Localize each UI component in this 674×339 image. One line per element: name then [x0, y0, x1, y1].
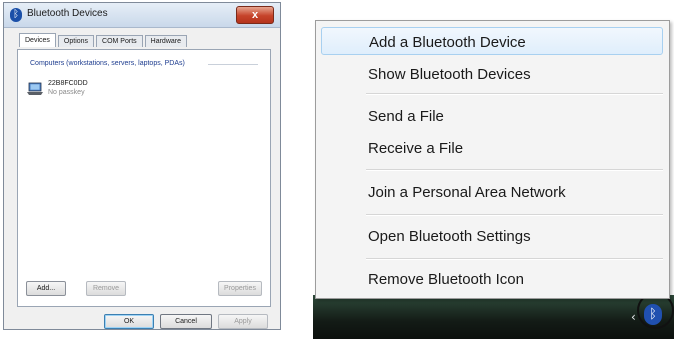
menu-item-receive-file[interactable]: Receive a File	[321, 134, 663, 162]
menu-item-label: Show Bluetooth Devices	[368, 66, 531, 83]
menu-item-label: Receive a File	[368, 140, 464, 157]
ok-button[interactable]: OK	[104, 314, 154, 329]
taskbar: ‹ ᛒ	[313, 295, 674, 339]
menu-item-send-file[interactable]: Send a File	[321, 102, 663, 130]
device-status: No passkey	[48, 89, 85, 96]
apply-button[interactable]: Apply	[218, 314, 268, 329]
menu-item-join-pan[interactable]: Join a Personal Area Network	[321, 178, 663, 206]
bluetooth-context-menu: Add a Bluetooth Device Show Bluetooth De…	[315, 20, 670, 299]
window-title: Bluetooth Devices	[27, 8, 108, 19]
bluetooth-icon: ᛒ	[10, 8, 22, 22]
title-bar[interactable]: ᛒ Bluetooth Devices x	[4, 3, 280, 28]
menu-item-label: Remove Bluetooth Icon	[368, 271, 524, 288]
tab-strip: Devices Options COM Ports Hardware	[19, 33, 189, 49]
device-list-item[interactable]: 22B8FC0DD No passkey	[26, 80, 166, 102]
add-button[interactable]: Add...	[26, 281, 66, 296]
menu-item-label: Add a Bluetooth Device	[369, 34, 526, 51]
cancel-button[interactable]: Cancel	[160, 314, 212, 329]
tab-hardware[interactable]: Hardware	[144, 35, 188, 47]
menu-item-add-device[interactable]: Add a Bluetooth Device	[321, 27, 663, 55]
menu-separator	[366, 93, 663, 95]
menu-item-label: Open Bluetooth Settings	[368, 228, 531, 245]
menu-item-remove-icon[interactable]: Remove Bluetooth Icon	[321, 265, 663, 293]
close-button[interactable]: x	[236, 6, 274, 24]
computer-icon	[27, 82, 43, 95]
device-name: 22B8FC0DD	[48, 80, 88, 87]
menu-item-label: Send a File	[368, 108, 444, 125]
chevron-left-icon[interactable]: ‹	[631, 310, 636, 324]
bluetooth-devices-dialog: ᛒ Bluetooth Devices x Devices Options CO…	[3, 2, 281, 330]
tab-devices[interactable]: Devices	[19, 33, 56, 47]
group-label-computers: Computers (workstations, servers, laptop…	[30, 60, 185, 67]
tab-com-ports[interactable]: COM Ports	[96, 35, 143, 47]
properties-button[interactable]: Properties	[218, 281, 262, 296]
devices-panel: Computers (workstations, servers, laptop…	[17, 49, 271, 307]
menu-item-open-settings[interactable]: Open Bluetooth Settings	[321, 222, 663, 250]
remove-button[interactable]: Remove	[86, 281, 126, 296]
tab-options[interactable]: Options	[57, 35, 95, 47]
menu-separator	[366, 214, 663, 216]
menu-separator	[366, 258, 663, 260]
menu-item-show-devices[interactable]: Show Bluetooth Devices	[321, 60, 663, 88]
menu-separator	[366, 169, 663, 171]
menu-item-label: Join a Personal Area Network	[368, 184, 566, 201]
group-divider	[208, 64, 258, 65]
